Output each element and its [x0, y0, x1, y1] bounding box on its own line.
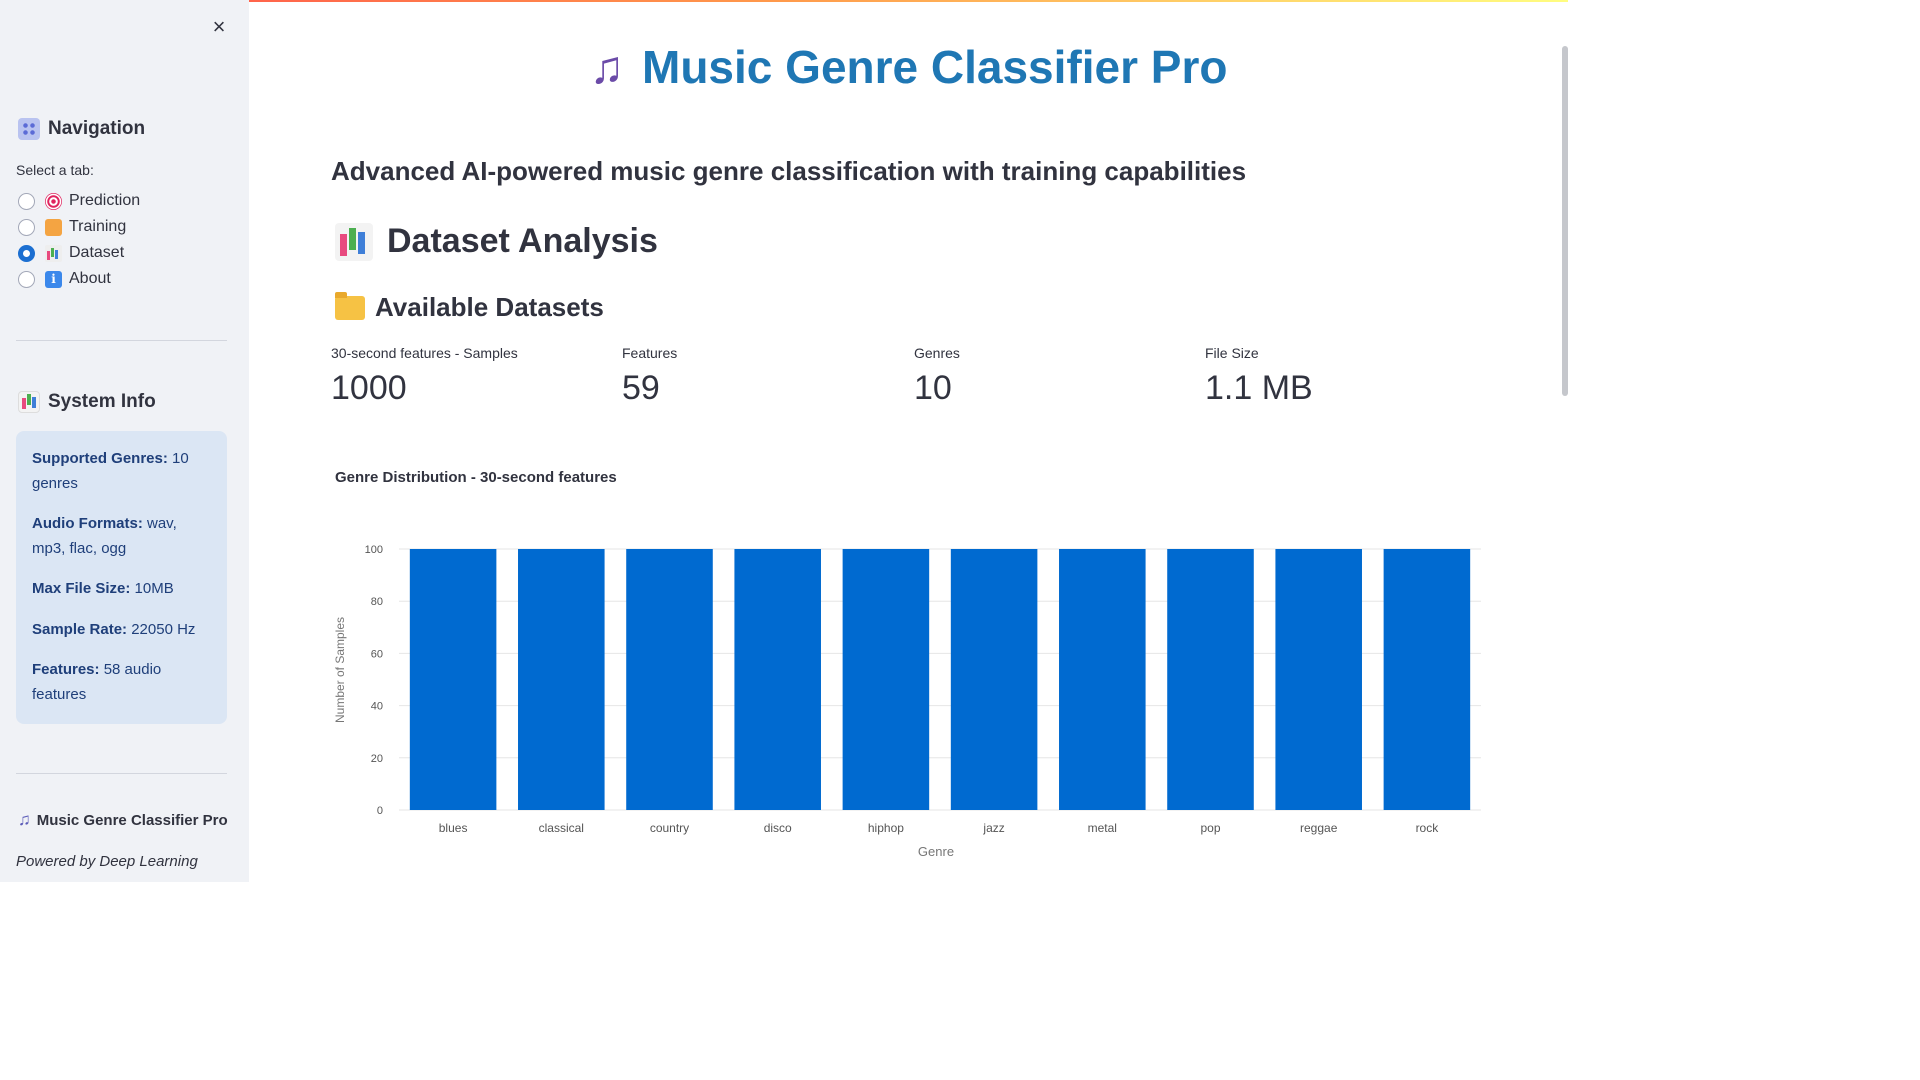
- metric-value: 59: [622, 369, 660, 407]
- bar-reggae[interactable]: [1275, 549, 1362, 810]
- tab-dataset[interactable]: Dataset: [18, 240, 140, 266]
- metric-label: 30-second features - Samples: [331, 345, 518, 361]
- metric-label: Features: [622, 345, 678, 361]
- main-content: ♫ Music Genre Classifier Pro Advanced AI…: [249, 0, 1568, 882]
- y-tick-label: 100: [365, 544, 383, 556]
- metric-value: 1000: [331, 369, 407, 407]
- bar-classical[interactable]: [518, 549, 605, 810]
- info-features: Features: 58 audio features: [32, 661, 162, 703]
- metric-features: Features 59: [622, 345, 677, 408]
- chart-title: Genre Distribution - 30-second features: [335, 469, 617, 486]
- radio-button[interactable]: [18, 192, 35, 210]
- info-sample-rate: Sample Rate: 22050 Hz: [32, 620, 196, 638]
- x-tick-label: disco: [764, 821, 792, 835]
- bar-rock[interactable]: [1383, 549, 1471, 810]
- page-title: ♫ Music Genre Classifier Pro: [249, 40, 1568, 94]
- vertical-scrollbar[interactable]: [1562, 46, 1568, 396]
- system-info-box: Supported Genres: 10 genres Audio Format…: [16, 431, 227, 724]
- metric-samples: 30-second features - Samples 1000: [331, 345, 518, 408]
- section-heading: Dataset Analysis: [335, 222, 658, 261]
- control-knobs-icon: [18, 118, 40, 140]
- x-tick-label: blues: [439, 821, 468, 835]
- y-tick-label: 80: [371, 596, 383, 608]
- sidebar-divider: [16, 773, 227, 774]
- tab-label: Training: [69, 218, 127, 235]
- genre-distribution-chart: 0 20 40 60 80 100 blues classical country disco h…: [333, 544, 1481, 859]
- system-info-heading-text: System Info: [48, 391, 156, 412]
- info-audio-formats: Audio Formats: wav, mp3, flac, ogg: [32, 515, 177, 557]
- x-tick-label: hiphop: [868, 821, 904, 835]
- bar-hiphop[interactable]: [842, 549, 930, 810]
- metric-label: Genres: [914, 345, 960, 361]
- metric-value: 1.1 MB: [1205, 369, 1313, 407]
- target-icon: [45, 192, 62, 210]
- metric-label: File Size: [1205, 345, 1259, 361]
- tab-radio-group: Prediction Training Dataset i About: [18, 188, 140, 292]
- tab-label: Dataset: [69, 244, 125, 261]
- close-sidebar-button[interactable]: ×: [206, 14, 232, 40]
- bar-pop[interactable]: [1167, 549, 1254, 810]
- x-axis-label: Genre: [918, 844, 954, 859]
- info-max-file-size: Max File Size: 10MB: [32, 580, 174, 597]
- bar-disco[interactable]: [734, 549, 821, 810]
- metric-file-size: File Size 1.1 MB: [1205, 345, 1313, 408]
- page-title-text: Music Genre Classifier Pro: [642, 41, 1228, 93]
- music-note-icon: ♫: [18, 810, 31, 829]
- info-icon: i: [45, 270, 62, 288]
- radio-button[interactable]: [18, 218, 35, 236]
- x-tick-label: rock: [1416, 821, 1440, 835]
- bar-chart-icon: [45, 244, 62, 262]
- y-tick-label: 0: [377, 805, 383, 817]
- bar-chart-icon: [18, 391, 40, 413]
- sidebar-divider: [16, 340, 227, 341]
- radio-button-selected[interactable]: [18, 244, 35, 262]
- bar-blues[interactable]: [409, 549, 497, 810]
- system-info-heading: System Info: [18, 391, 156, 413]
- sidebar-footer-title: ♫ Music Genre Classifier Pro: [18, 810, 228, 829]
- navigation-heading-text: Navigation: [48, 118, 146, 139]
- info-supported-genres: Supported Genres: 10 genres: [32, 450, 189, 492]
- tab-about[interactable]: i About: [18, 266, 140, 292]
- tab-label: About: [69, 270, 111, 287]
- y-axis-label: Number of Samples: [333, 617, 347, 723]
- music-note-icon: ♫: [589, 41, 625, 93]
- tab-prediction[interactable]: Prediction: [18, 188, 140, 214]
- select-tab-label: Select a tab:: [16, 162, 94, 178]
- x-tick-label: metal: [1088, 821, 1117, 835]
- tab-training[interactable]: Training: [18, 214, 140, 240]
- tab-label: Prediction: [69, 192, 141, 209]
- metric-value: 10: [914, 369, 952, 407]
- x-tick-label: pop: [1200, 821, 1220, 835]
- y-tick-label: 40: [371, 701, 383, 713]
- x-tick-label: jazz: [982, 821, 1004, 835]
- weightlifter-icon: [45, 218, 62, 236]
- navigation-heading: Navigation: [18, 118, 145, 140]
- metric-genres: Genres 10: [914, 345, 960, 408]
- sidebar-footer-subtitle: Powered by Deep Learning: [16, 853, 198, 870]
- x-tick-label: country: [650, 821, 689, 835]
- bar-chart-icon: [335, 222, 373, 261]
- folder-icon: [335, 291, 365, 320]
- subsection-heading: Available Datasets: [335, 291, 604, 323]
- bar-country[interactable]: [626, 549, 713, 810]
- sidebar: × Navigation Select a tab: Prediction Tr…: [0, 0, 249, 882]
- x-tick-label: reggae: [1300, 821, 1338, 835]
- x-tick-label: classical: [539, 821, 584, 835]
- bar-metal[interactable]: [1059, 549, 1146, 810]
- y-tick-label: 20: [371, 753, 383, 765]
- page-subtitle: Advanced AI-powered music genre classifi…: [331, 156, 1247, 186]
- y-tick-label: 60: [371, 648, 383, 660]
- radio-button[interactable]: [18, 270, 35, 288]
- bar-jazz[interactable]: [950, 549, 1038, 810]
